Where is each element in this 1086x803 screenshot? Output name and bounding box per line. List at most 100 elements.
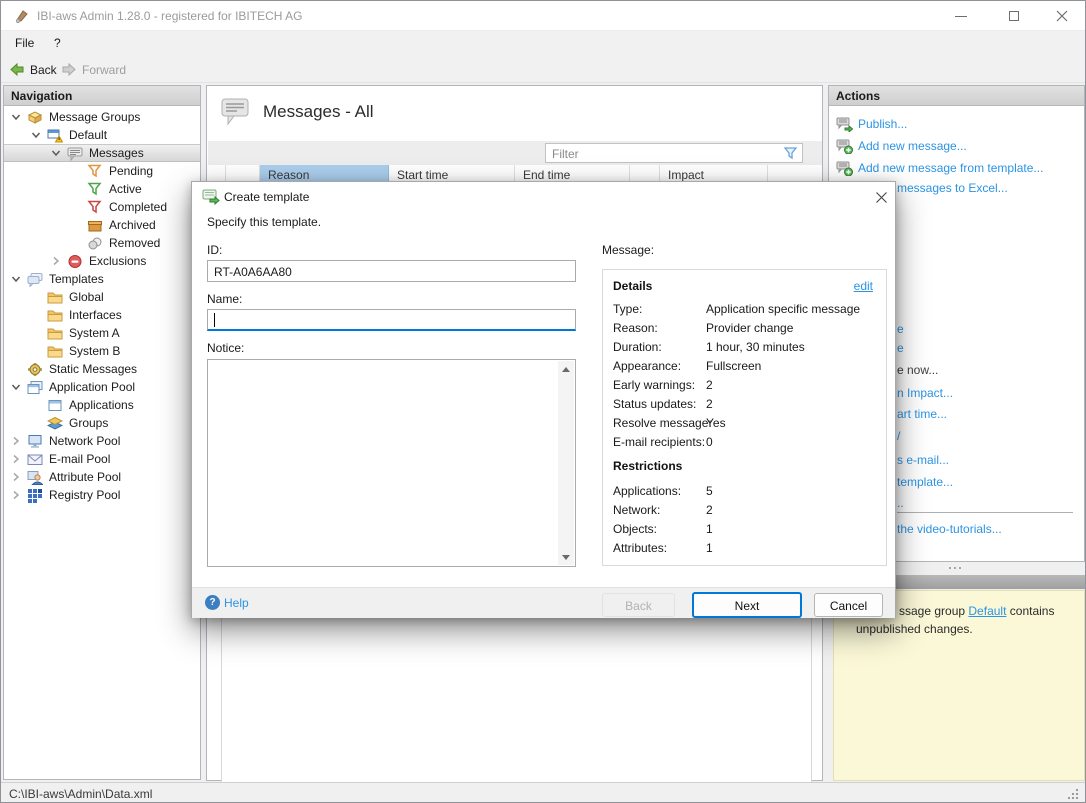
tree-item-interfaces[interactable]: Interfaces [4, 306, 200, 324]
tree-item-email-pool[interactable]: E-mail Pool [4, 450, 200, 468]
tree-item-applications[interactable]: Applications [4, 396, 200, 414]
create-template-icon [202, 188, 220, 208]
tree-item-default[interactable]: Default [4, 126, 200, 144]
funnel-green-icon [87, 181, 105, 197]
tree-item-global[interactable]: Global [4, 288, 200, 306]
scroll-up-icon[interactable] [558, 361, 574, 377]
action-fragment-now[interactable]: e now... [897, 363, 938, 377]
detail-value: Provider change [706, 321, 793, 335]
message-details-panel: Details edit Type: Application specific … [602, 269, 887, 566]
chevron-down-icon [10, 272, 27, 286]
tree-item-messages[interactable]: Messages [4, 144, 200, 162]
tree-item-system-a[interactable]: System A [4, 324, 200, 342]
filter-funnel-icon[interactable] [783, 146, 798, 163]
tree-item-network-pool[interactable]: Network Pool [4, 432, 200, 450]
chevron-right-icon [50, 254, 67, 268]
restriction-value: 1 [706, 541, 713, 555]
tree-item-archived[interactable]: Archived [4, 216, 200, 234]
chevron-down-icon [30, 128, 47, 142]
filter-input[interactable]: Filter [545, 143, 803, 163]
restriction-label: Objects: [613, 522, 657, 536]
edit-link[interactable]: edit [854, 279, 873, 293]
help-link[interactable]: Help [224, 596, 249, 610]
detail-value: 2 [706, 397, 713, 411]
tree-item-message-groups[interactable]: Message Groups [4, 108, 200, 126]
menu-help[interactable]: ? [54, 36, 61, 50]
note-panel: ssage group Default contains unpublished… [833, 590, 1085, 781]
tree-item-pending[interactable]: Pending [4, 162, 200, 180]
restriction-label: Applications: [613, 484, 681, 498]
action-fragment-impact[interactable]: n Impact... [897, 386, 953, 400]
restriction-label: Network: [613, 503, 660, 517]
detail-value: Yes [706, 416, 726, 430]
dialog-title: Create template [224, 190, 309, 204]
folder-icon [47, 289, 65, 305]
tree-item-application-pool[interactable]: Application Pool [4, 378, 200, 396]
tree-item-attribute-pool[interactable]: Attribute Pool [4, 468, 200, 486]
restriction-value: 2 [706, 503, 713, 517]
next-button[interactable]: Next [692, 592, 802, 618]
action-add-message-from-template[interactable]: Add new message from template... [829, 157, 1084, 179]
minimize-button[interactable] [946, 7, 976, 25]
close-icon[interactable] [1047, 7, 1077, 25]
splitter-grip[interactable] [949, 567, 961, 569]
app-pool-icon [27, 379, 45, 395]
tree-item-removed[interactable]: Removed [4, 234, 200, 252]
forward-nav-button[interactable]: Forward [61, 59, 126, 79]
action-fragment-email[interactable]: s e-mail... [897, 453, 949, 467]
folder-icon [47, 325, 65, 341]
folder-icon [47, 343, 65, 359]
default-group-link[interactable]: Default [968, 604, 1006, 618]
chevron-down-icon [10, 380, 27, 394]
funnel-orange-icon [87, 163, 105, 179]
resize-grip[interactable] [1068, 789, 1080, 801]
tree-item-system-b[interactable]: System B [4, 342, 200, 360]
actions-separator [897, 512, 1073, 513]
action-fragment[interactable]: / [897, 429, 900, 443]
tree-item-groups[interactable]: Groups [4, 414, 200, 432]
action-add-new-message[interactable]: Add new message... [829, 135, 1084, 157]
messages-icon [67, 145, 85, 161]
note-text-line2: unpublished changes. [856, 622, 973, 636]
action-fragment-video-tutorials[interactable]: the video-tutorials... [897, 522, 1002, 536]
tree-item-templates[interactable]: Templates [4, 270, 200, 288]
action-fragment-start-time[interactable]: art time... [897, 407, 947, 421]
tree-item-exclusions[interactable]: Exclusions [4, 252, 200, 270]
gear-icon [27, 361, 45, 377]
id-field[interactable]: RT-A0A6AA80 [207, 260, 576, 282]
tree-item-active[interactable]: Active [4, 180, 200, 198]
help-icon[interactable]: ? [205, 595, 220, 610]
removed-coins-icon [87, 235, 105, 251]
detail-label: Status updates: [613, 397, 696, 411]
app-icon [14, 8, 30, 27]
detail-label: Appearance: [613, 359, 681, 373]
action-fragment[interactable]: e [897, 341, 904, 355]
scrollbar[interactable] [558, 361, 574, 565]
name-field[interactable] [207, 309, 576, 331]
action-fragment[interactable]: .. [897, 496, 904, 510]
scroll-down-icon[interactable] [558, 549, 574, 565]
cancel-button[interactable]: Cancel [814, 593, 883, 617]
maximize-button[interactable] [999, 7, 1029, 25]
detail-value: 0 [706, 435, 713, 449]
status-bar: C:\IBI-aws\Admin\Data.xml [1, 782, 1085, 803]
action-publish[interactable]: Publish... [829, 113, 1084, 135]
tree-item-registry-pool[interactable]: Registry Pool [4, 486, 200, 504]
dialog-footer: ? Help Back Next Cancel [192, 587, 895, 618]
action-fragment[interactable]: e [897, 322, 904, 336]
back-nav-button[interactable]: Back [9, 59, 57, 79]
back-button[interactable]: Back [602, 593, 675, 617]
tree-item-static-messages[interactable]: Static Messages [4, 360, 200, 378]
tree-item-completed[interactable]: Completed [4, 198, 200, 216]
window-icon [47, 397, 65, 413]
restriction-label: Attributes: [613, 541, 667, 555]
menu-file[interactable]: File [15, 36, 34, 50]
action-fragment-export-excel[interactable]: messages to Excel... [897, 181, 1008, 195]
filter-toolbar: Filter [208, 141, 822, 165]
grid-icon [27, 487, 45, 503]
notice-textarea[interactable] [207, 359, 576, 567]
close-icon[interactable] [868, 186, 894, 208]
chevron-right-icon [10, 452, 27, 466]
page-title: Messages - All [263, 102, 374, 122]
action-fragment-template[interactable]: template... [897, 475, 953, 489]
